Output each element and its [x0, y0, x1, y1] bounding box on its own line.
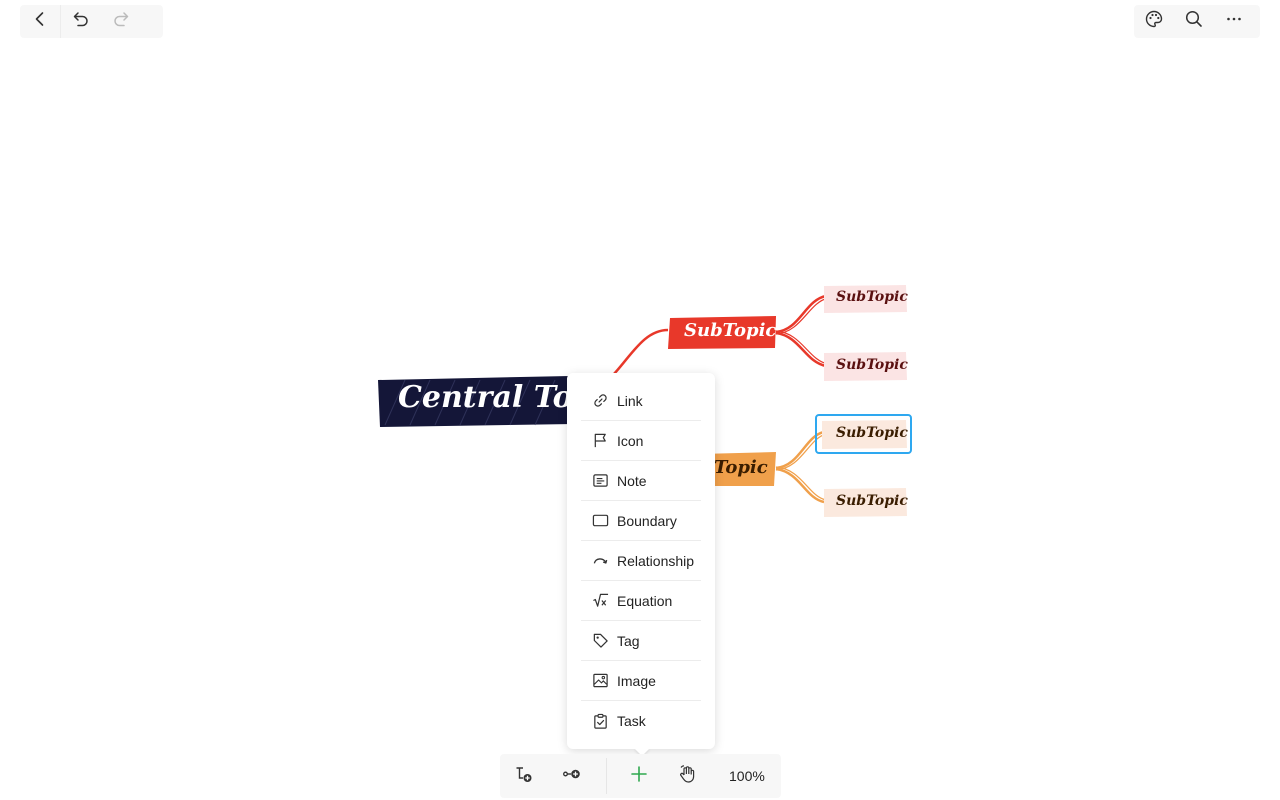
flag-icon [591, 432, 609, 450]
insert-button[interactable] [615, 754, 663, 798]
menu-item-relationship[interactable]: Relationship [581, 541, 701, 581]
menu-item-note[interactable]: Note [581, 461, 701, 501]
menu-item-label: Equation [617, 592, 673, 609]
note-icon [591, 472, 609, 490]
menu-item-label: Tag [617, 632, 640, 649]
plus-icon [629, 764, 649, 789]
branch-line-sub4 [775, 467, 825, 504]
hand-tool-button[interactable] [663, 754, 711, 798]
relationship-icon [591, 552, 609, 570]
menu-item-label: Relationship [617, 552, 695, 569]
branch-line-sub1 [775, 294, 827, 334]
main-topic-1[interactable] [668, 316, 776, 349]
menu-item-tag[interactable]: Tag [581, 621, 701, 661]
menu-item-label: Link [617, 392, 643, 409]
add-subtopic-icon [514, 764, 534, 789]
subtopic-2[interactable] [824, 352, 907, 381]
menu-item-boundary[interactable]: Boundary [581, 501, 701, 541]
insert-menu: Link Icon Note Boundary Relationship Equ… [567, 373, 715, 749]
menu-item-label: Task [617, 713, 646, 729]
menu-item-link[interactable]: Link [581, 381, 701, 421]
menu-item-task[interactable]: Task [581, 701, 701, 741]
subtopic-3-selected[interactable] [815, 414, 912, 454]
menu-item-image[interactable]: Image [581, 661, 701, 701]
subtopic-4[interactable] [824, 488, 907, 517]
zoom-level[interactable]: 100% [729, 768, 765, 784]
menu-item-equation[interactable]: Equation [581, 581, 701, 621]
menu-item-label: Note [617, 472, 647, 489]
branch-line-sub2 [775, 331, 827, 368]
menu-item-icon[interactable]: Icon [581, 421, 701, 461]
link-icon [591, 392, 609, 410]
add-topic-button[interactable] [548, 754, 596, 798]
menu-item-label: Image [617, 672, 656, 689]
hand-icon [677, 764, 697, 789]
central-topic[interactable] [378, 376, 574, 427]
subtopic-1[interactable] [824, 285, 907, 313]
task-icon [591, 712, 609, 730]
image-icon [591, 672, 609, 690]
menu-item-label: Boundary [617, 512, 677, 529]
bottom-toolbar: 100% [500, 754, 781, 798]
boundary-icon [591, 512, 609, 530]
add-subtopic-button[interactable] [500, 754, 548, 798]
add-topic-icon [562, 764, 582, 789]
menu-item-label: Icon [617, 432, 644, 449]
tag-icon [591, 632, 609, 650]
toolbar-divider [606, 758, 607, 794]
equation-icon [591, 592, 609, 610]
